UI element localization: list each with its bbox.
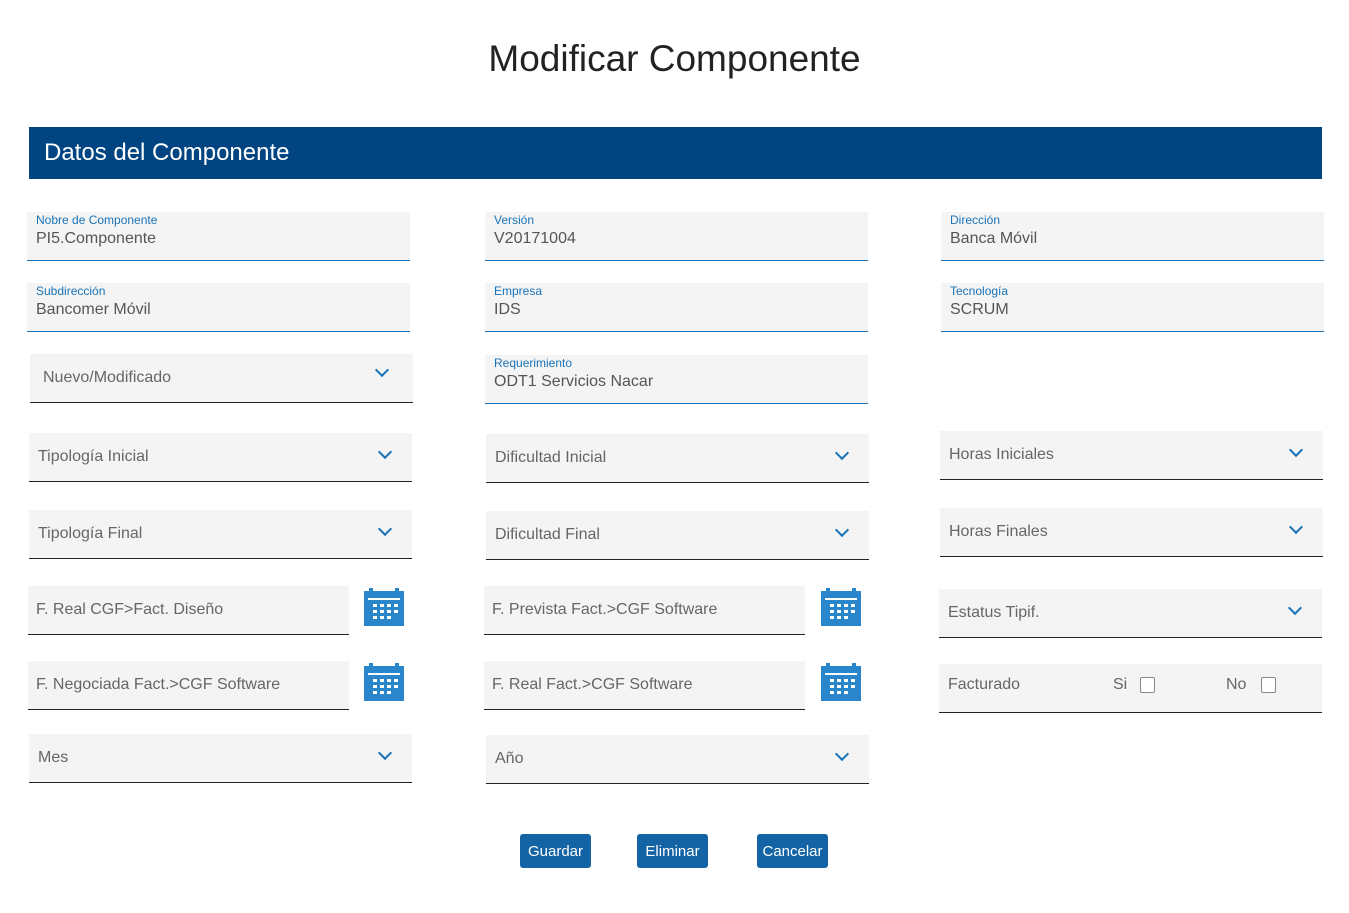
guardar-button[interactable]: Guardar: [520, 834, 591, 868]
tipologia-inicial-select[interactable]: Tipología Inicial: [29, 433, 412, 482]
select-label: Horas Iniciales: [949, 446, 1054, 463]
field-label: Nobre de Componente: [36, 213, 158, 227]
chevron-down-icon: [1288, 442, 1304, 458]
field-placeholder: F. Prevista Fact.>CGF Software: [492, 601, 718, 618]
select-label: Estatus Tipif.: [948, 604, 1040, 621]
calendar-icon[interactable]: [821, 663, 861, 701]
fecha-negociada-field[interactable]: F. Negociada Fact.>CGF Software: [28, 661, 349, 710]
chevron-down-icon: [377, 521, 393, 537]
si-checkbox[interactable]: [1140, 677, 1155, 693]
chevron-down-icon: [834, 445, 850, 461]
field-value: Banca Móvil: [950, 230, 1038, 247]
field-label: Tecnología: [950, 284, 1009, 298]
dificultad-final-select[interactable]: Dificultad Final: [486, 511, 869, 560]
chevron-down-icon: [834, 522, 850, 538]
no-checkbox[interactable]: [1261, 677, 1276, 693]
select-label: Tipología Final: [38, 525, 143, 542]
select-label: Mes: [38, 749, 69, 766]
horas-iniciales-select[interactable]: Horas Iniciales: [940, 431, 1323, 480]
field-placeholder: F. Negociada Fact.>CGF Software: [36, 676, 281, 693]
field-value: IDS: [494, 301, 521, 318]
field-label: Requerimiento: [494, 356, 573, 370]
field-label: Empresa: [494, 284, 543, 298]
horas-finales-select[interactable]: Horas Finales: [940, 508, 1323, 557]
subdireccion-field[interactable]: Subdirección Bancomer Móvil: [27, 283, 410, 332]
tecnologia-field[interactable]: Tecnología SCRUM: [941, 283, 1324, 332]
field-value: Bancomer Móvil: [36, 301, 151, 318]
chevron-down-icon: [1288, 519, 1304, 535]
tipologia-final-select[interactable]: Tipología Final: [29, 510, 412, 559]
field-label: Subdirección: [36, 284, 106, 298]
eliminar-button[interactable]: Eliminar: [637, 834, 708, 868]
chevron-down-icon: [1287, 600, 1303, 616]
field-label: Versión: [494, 213, 535, 227]
fecha-prevista-field[interactable]: F. Prevista Fact.>CGF Software: [484, 586, 805, 635]
select-label: Dificultad Inicial: [495, 449, 607, 466]
fecha-real-cgf-field[interactable]: F. Real CGF>Fact. Diseño: [28, 586, 349, 635]
direccion-field[interactable]: Dirección Banca Móvil: [941, 212, 1324, 261]
estatus-tipif-select[interactable]: Estatus Tipif.: [939, 589, 1322, 638]
select-label: Horas Finales: [949, 523, 1048, 540]
field-placeholder: F. Real Fact.>CGF Software: [492, 676, 693, 693]
chevron-down-icon: [374, 362, 390, 378]
field-value: PI5.Componente: [36, 230, 157, 247]
dificultad-inicial-select[interactable]: Dificultad Inicial: [486, 434, 869, 483]
si-label: Si: [1113, 676, 1128, 693]
facturado-field: Facturado Si No: [939, 664, 1322, 713]
nuevo-modificado-select[interactable]: Nuevo/Modificado: [30, 354, 413, 403]
page-title: Modificar Componente: [488, 38, 861, 79]
calendar-icon[interactable]: [364, 588, 404, 626]
select-label: Tipología Inicial: [38, 448, 149, 465]
calendar-icon[interactable]: [821, 588, 861, 626]
chevron-down-icon: [377, 745, 393, 761]
version-field[interactable]: Versión V20171004: [485, 212, 868, 261]
field-value: ODT1 Servicios Nacar: [494, 373, 654, 390]
cancelar-button[interactable]: Cancelar: [757, 834, 828, 868]
calendar-icon[interactable]: [364, 663, 404, 701]
fecha-real-fact-field[interactable]: F. Real Fact.>CGF Software: [484, 661, 805, 710]
facturado-label: Facturado: [948, 676, 1021, 693]
nombre-field[interactable]: Nobre de Componente PI5.Componente: [27, 212, 410, 261]
select-label: Nuevo/Modificado: [43, 369, 172, 386]
field-label: Dirección: [950, 213, 1001, 227]
chevron-down-icon: [834, 746, 850, 762]
mes-select[interactable]: Mes: [29, 734, 412, 783]
no-label: No: [1226, 676, 1247, 693]
chevron-down-icon: [377, 444, 393, 460]
select-label: Año: [495, 750, 524, 767]
select-label: Dificultad Final: [495, 526, 600, 543]
requerimiento-field[interactable]: Requerimiento ODT1 Servicios Nacar: [485, 355, 868, 404]
field-value: SCRUM: [950, 301, 1009, 318]
field-placeholder: F. Real CGF>Fact. Diseño: [36, 601, 224, 618]
empresa-field[interactable]: Empresa IDS: [485, 283, 868, 332]
field-value: V20171004: [494, 230, 576, 247]
section-header: Datos del Componente: [29, 127, 1322, 179]
anio-select[interactable]: Año: [486, 735, 869, 784]
